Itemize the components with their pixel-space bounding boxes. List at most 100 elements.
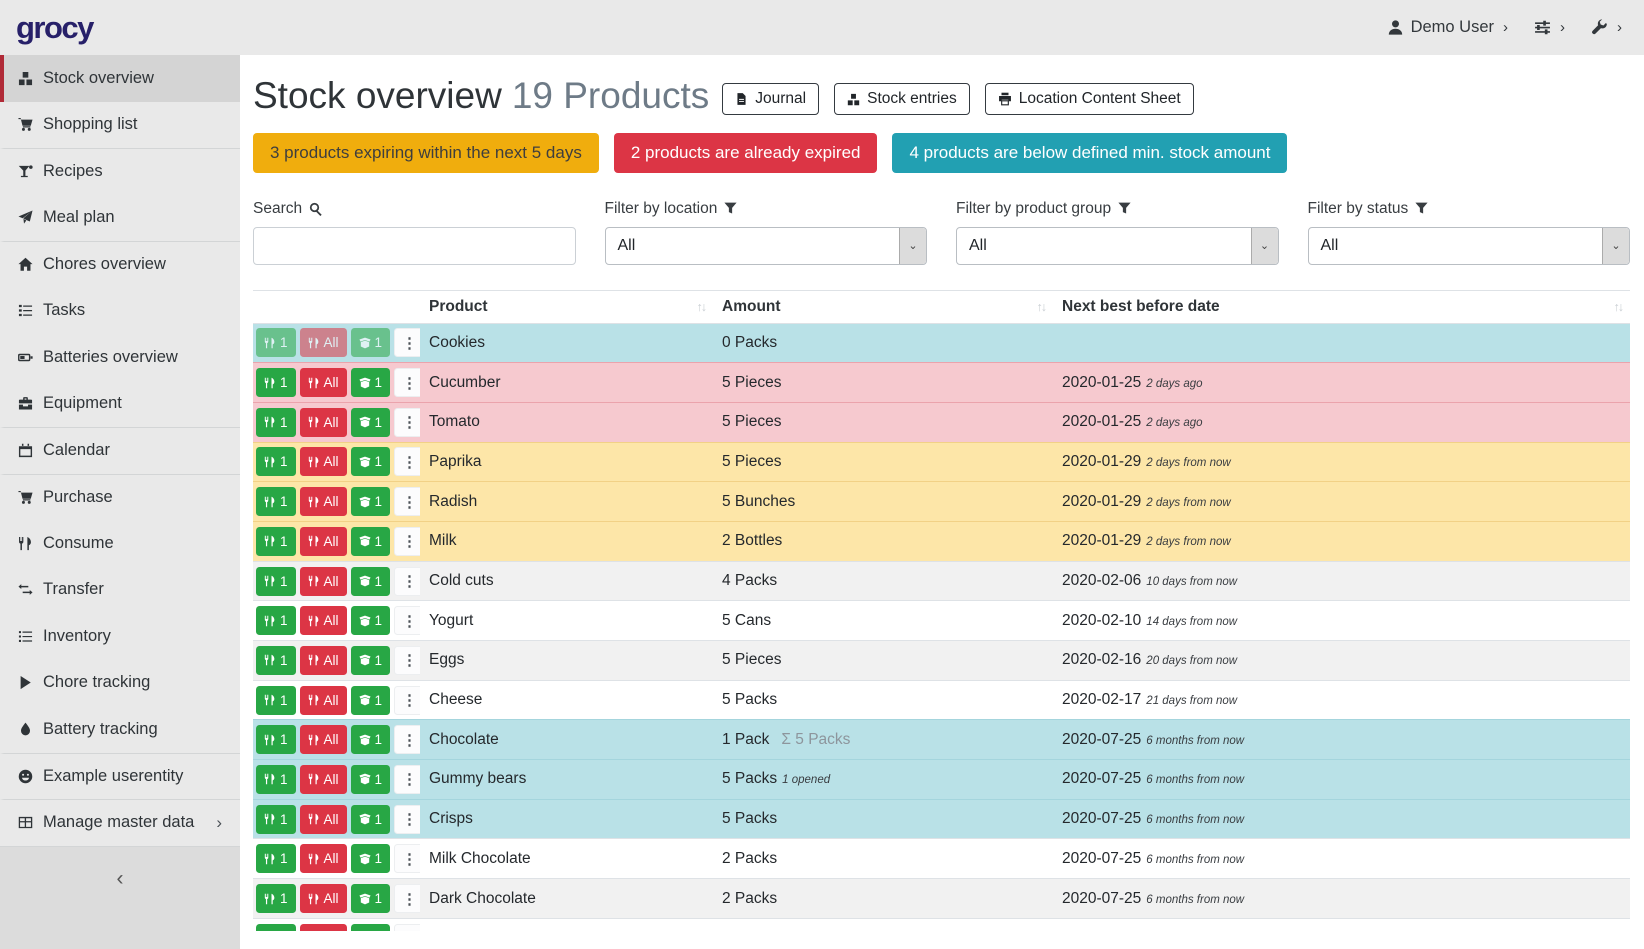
consume-one-button[interactable]: 1 bbox=[256, 725, 296, 754]
sidebar-item-meal-plan[interactable]: Meal plan bbox=[0, 195, 240, 242]
sidebar-item-transfer[interactable]: Transfer bbox=[0, 567, 240, 614]
consume-one-button[interactable]: 1 bbox=[256, 646, 296, 675]
consume-all-button[interactable]: All bbox=[300, 567, 347, 596]
sidebar-item-consume[interactable]: Consume bbox=[0, 520, 240, 567]
open-one-button[interactable]: 1 bbox=[351, 487, 391, 516]
consume-one-button[interactable]: 1 bbox=[256, 328, 296, 357]
open-one-button[interactable]: 1 bbox=[351, 567, 391, 596]
consume-one-button[interactable]: 1 bbox=[256, 408, 296, 437]
sidebar-item-battery-tracking[interactable]: Battery tracking bbox=[0, 706, 240, 753]
open-one-button[interactable]: 1 bbox=[351, 686, 391, 715]
more-actions-button[interactable]: ⋮ bbox=[394, 527, 420, 556]
more-actions-button[interactable]: ⋮ bbox=[394, 567, 420, 596]
consume-one-button[interactable]: 1 bbox=[256, 447, 296, 476]
open-one-button[interactable]: 1 bbox=[351, 884, 391, 913]
open-one-button[interactable]: 1 bbox=[351, 408, 391, 437]
more-actions-button[interactable]: ⋮ bbox=[394, 447, 420, 476]
more-actions-button[interactable]: ⋮ bbox=[394, 646, 420, 675]
consume-one-button[interactable]: 1 bbox=[256, 805, 296, 834]
search-input[interactable] bbox=[253, 227, 576, 265]
open-one-button[interactable]: 1 bbox=[351, 924, 391, 931]
product-cell[interactable]: Cheese bbox=[420, 680, 713, 720]
more-actions-button[interactable]: ⋮ bbox=[394, 686, 420, 715]
product-cell[interactable]: Gummy bears bbox=[420, 760, 713, 800]
expired-alert[interactable]: 2 products are already expired bbox=[614, 133, 878, 173]
sidebar-item-calendar[interactable]: Calendar bbox=[0, 427, 240, 474]
consume-all-button[interactable]: All bbox=[300, 408, 347, 437]
consume-all-button[interactable]: All bbox=[300, 725, 347, 754]
sidebar-item-shopping-list[interactable]: Shopping list bbox=[0, 102, 240, 149]
consume-all-button[interactable]: All bbox=[300, 328, 347, 357]
product-column-header[interactable]: Product↑↓ bbox=[420, 290, 713, 323]
consume-all-button[interactable]: All bbox=[300, 686, 347, 715]
product-cell[interactable]: Tomato bbox=[420, 402, 713, 442]
consume-all-button[interactable]: All bbox=[300, 527, 347, 556]
open-one-button[interactable]: 1 bbox=[351, 725, 391, 754]
user-menu[interactable]: Demo User › bbox=[1387, 18, 1508, 37]
sidebar-item-equipment[interactable]: Equipment bbox=[0, 381, 240, 428]
product-cell[interactable]: Chocolate bbox=[420, 720, 713, 760]
more-actions-button[interactable]: ⋮ bbox=[394, 765, 420, 794]
product-cell[interactable]: Milk Chocolate bbox=[420, 839, 713, 879]
more-actions-button[interactable]: ⋮ bbox=[394, 884, 420, 913]
sidebar-item-chore-tracking[interactable]: Chore tracking bbox=[0, 660, 240, 707]
product-group-select[interactable]: All ⌄ bbox=[956, 227, 1279, 265]
date-column-header[interactable]: Next best before date↑↓ bbox=[1053, 290, 1630, 323]
open-one-button[interactable]: 1 bbox=[351, 527, 391, 556]
open-one-button[interactable]: 1 bbox=[351, 844, 391, 873]
consume-one-button[interactable]: 1 bbox=[256, 368, 296, 397]
settings-menu[interactable]: › bbox=[1534, 19, 1565, 36]
consume-all-button[interactable]: All bbox=[300, 447, 347, 476]
consume-all-button[interactable]: All bbox=[300, 487, 347, 516]
open-one-button[interactable]: 1 bbox=[351, 765, 391, 794]
location-select[interactable]: All ⌄ bbox=[605, 227, 928, 265]
more-actions-button[interactable]: ⋮ bbox=[394, 487, 420, 516]
product-cell[interactable]: Cold cuts bbox=[420, 561, 713, 601]
consume-all-button[interactable]: All bbox=[300, 844, 347, 873]
more-actions-button[interactable]: ⋮ bbox=[394, 725, 420, 754]
consume-one-button[interactable]: 1 bbox=[256, 686, 296, 715]
open-one-button[interactable]: 1 bbox=[351, 328, 391, 357]
sidebar-item-manage-master-data[interactable]: Manage master data › bbox=[0, 799, 240, 846]
more-actions-button[interactable]: ⋮ bbox=[394, 844, 420, 873]
consume-one-button[interactable]: 1 bbox=[256, 487, 296, 516]
product-cell[interactable]: Eggs bbox=[420, 641, 713, 681]
below-min-stock-alert[interactable]: 4 products are below defined min. stock … bbox=[892, 133, 1287, 173]
consume-one-button[interactable]: 1 bbox=[256, 567, 296, 596]
consume-one-button[interactable]: 1 bbox=[256, 844, 296, 873]
open-one-button[interactable]: 1 bbox=[351, 805, 391, 834]
sidebar-item-inventory[interactable]: Inventory bbox=[0, 613, 240, 660]
product-cell[interactable]: Milk bbox=[420, 521, 713, 561]
status-select[interactable]: All ⌄ bbox=[1308, 227, 1631, 265]
stock-entries-button[interactable]: Stock entries bbox=[834, 83, 970, 115]
product-cell[interactable]: Crisps bbox=[420, 799, 713, 839]
sort-icon[interactable]: ↑↓ bbox=[1614, 298, 1623, 314]
consume-all-button[interactable]: All bbox=[300, 646, 347, 675]
more-actions-button[interactable]: ⋮ bbox=[394, 368, 420, 397]
sidebar-collapse-button[interactable]: ‹ bbox=[0, 846, 240, 949]
consume-all-button[interactable]: All bbox=[300, 924, 347, 931]
sidebar-item-recipes[interactable]: Recipes bbox=[0, 148, 240, 195]
sidebar-item-stock-overview[interactable]: Stock overview bbox=[0, 55, 240, 102]
product-cell[interactable]: Dark Chocolate bbox=[420, 879, 713, 919]
consume-one-button[interactable]: 1 bbox=[256, 884, 296, 913]
open-one-button[interactable]: 1 bbox=[351, 368, 391, 397]
consume-all-button[interactable]: All bbox=[300, 884, 347, 913]
more-actions-button[interactable]: ⋮ bbox=[394, 328, 420, 357]
sidebar-item-example-userentity[interactable]: Example userentity bbox=[0, 753, 240, 800]
sidebar-item-tasks[interactable]: Tasks bbox=[0, 288, 240, 335]
sort-icon[interactable]: ↑↓ bbox=[1037, 298, 1046, 314]
location-content-sheet-button[interactable]: Location Content Sheet bbox=[985, 83, 1194, 115]
product-cell[interactable]: Radish bbox=[420, 482, 713, 522]
consume-one-button[interactable]: 1 bbox=[256, 765, 296, 794]
journal-button[interactable]: Journal bbox=[722, 83, 819, 115]
product-cell[interactable]: Cookies bbox=[420, 323, 713, 363]
product-cell[interactable] bbox=[420, 918, 713, 931]
sort-icon[interactable]: ↑↓ bbox=[697, 298, 706, 314]
product-cell[interactable]: Yogurt bbox=[420, 601, 713, 641]
sidebar-item-purchase[interactable]: Purchase bbox=[0, 474, 240, 521]
consume-one-button[interactable]: 1 bbox=[256, 606, 296, 635]
consume-one-button[interactable]: 1 bbox=[256, 527, 296, 556]
amount-column-header[interactable]: Amount↑↓ bbox=[713, 290, 1053, 323]
sidebar-item-batteries-overview[interactable]: Batteries overview bbox=[0, 334, 240, 381]
